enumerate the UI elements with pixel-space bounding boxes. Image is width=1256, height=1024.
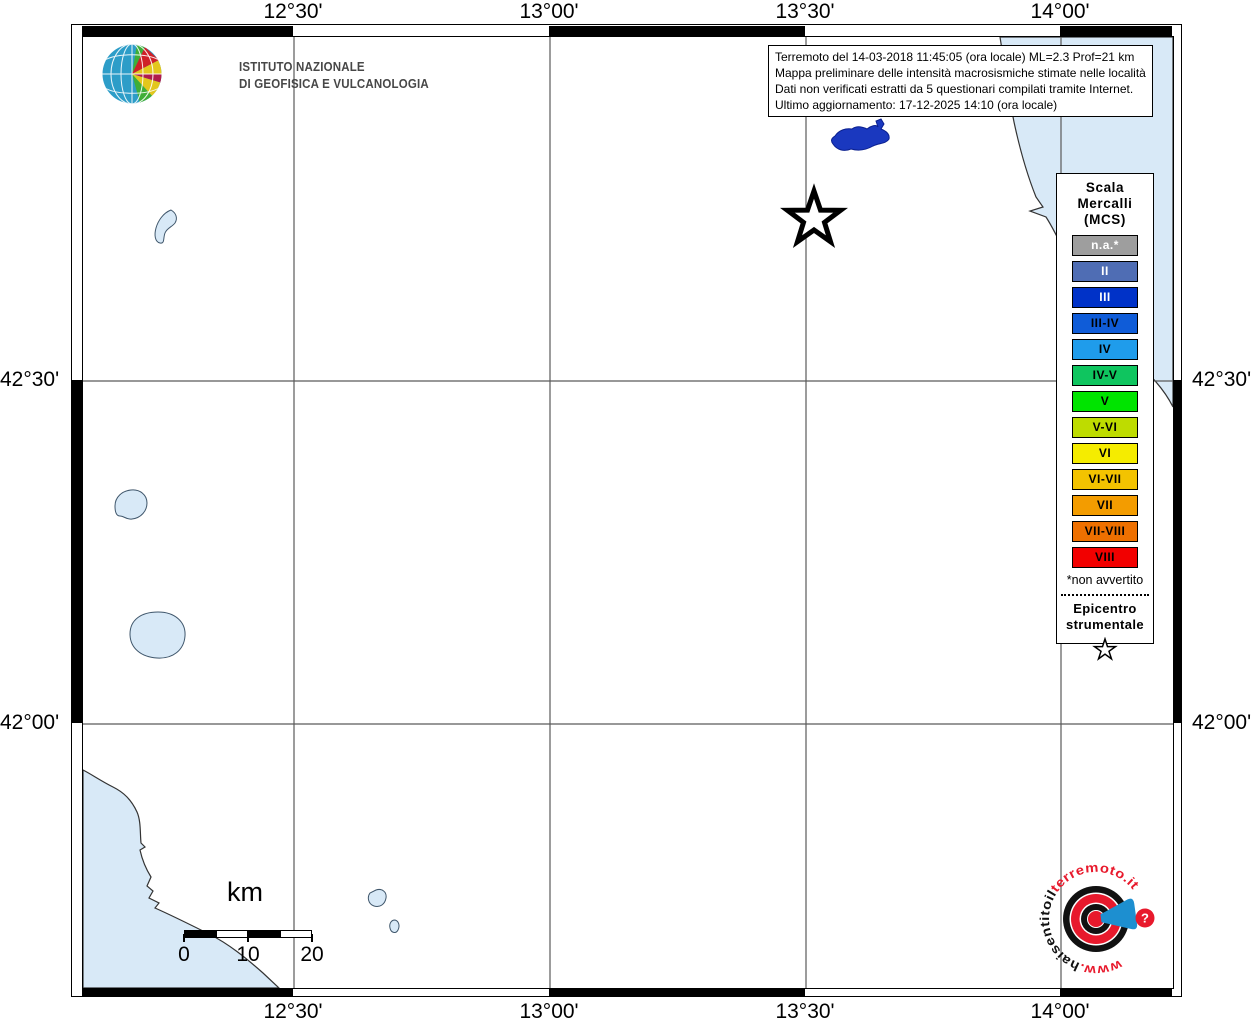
ingv-name-line2: DI GEOFISICA E VULCANOLOGIA	[239, 77, 429, 91]
epicenter-star-icon	[780, 183, 848, 249]
lake-campotosto	[831, 118, 890, 151]
legend-swatch-na: n.a.*	[1072, 235, 1138, 256]
axis-label-lon-top-2: 13°30'	[775, 0, 835, 23]
axis-label-lat-left-0: 42°30'	[0, 368, 60, 391]
lake-nemi	[389, 919, 400, 933]
axis-label-lat-right-1: 42°00'	[1192, 711, 1252, 734]
legend-swatch-iii-iv: III-IV	[1072, 313, 1138, 334]
event-info-line: Ultimo aggiornamento: 17-12-2025 14:10 (…	[775, 98, 1058, 112]
scale-bar-tick	[247, 934, 249, 942]
ingv-globe-icon	[102, 44, 162, 104]
map-canvas: ISTITUTO NAZIONALE DI GEOFISICA E VULCAN…	[82, 36, 1174, 989]
scale-bar-label-0: 0	[178, 943, 190, 966]
frame-segment	[1060, 26, 1172, 36]
question-mark: ?	[1141, 911, 1149, 926]
ingv-logo: ISTITUTO NAZIONALE DI GEOFISICA E VULCAN…	[101, 43, 431, 107]
axis-label-lon-top-0: 12°30'	[263, 0, 323, 23]
axis-label-lon-bottom-1: 13°00'	[519, 1000, 579, 1023]
scale-bar-segment	[184, 930, 216, 938]
legend-star-icon	[1057, 636, 1153, 667]
lake-bracciano	[129, 611, 186, 659]
scale-bar-segment	[248, 930, 280, 938]
legend-separator	[1060, 594, 1150, 596]
event-info-line: Mappa preliminare delle intensità macros…	[775, 66, 1146, 80]
scale-bar-tick	[183, 934, 185, 942]
watermark-url-www: www.	[1077, 957, 1125, 979]
legend-epicenter-label: Epicentro strumentale	[1065, 601, 1145, 632]
scale-bar-tick	[311, 934, 313, 942]
scale-bar-unit: km	[227, 877, 263, 907]
legend-swatch-v: V	[1072, 391, 1138, 412]
axis-label-lon-top-1: 13°00'	[519, 0, 579, 23]
map-layer	[83, 37, 1173, 988]
lake-small-north	[154, 209, 177, 244]
legend-swatch-iii: III	[1072, 287, 1138, 308]
legend-swatch-vi: VI	[1072, 443, 1138, 464]
legend-swatch-iv-v: IV-V	[1072, 365, 1138, 386]
mcs-legend: Scala Mercalli (MCS) n.a.* II III III-IV…	[1056, 173, 1154, 661]
axis-label-lat-right-0: 42°30'	[1192, 368, 1252, 391]
lake-albano	[367, 889, 387, 907]
ingv-name-line1: ISTITUTO NAZIONALE	[239, 60, 365, 74]
event-info-box: Terremoto del 14-03-2018 11:45:05 (ora l…	[768, 45, 1153, 117]
scale-bar-segment	[280, 930, 312, 938]
legend-swatch-vii: VII	[1072, 495, 1138, 516]
legend-swatch-v-vi: V-VI	[1072, 417, 1138, 438]
legend-swatch-vi-vii: VI-VII	[1072, 469, 1138, 490]
legend-swatch-iv: IV	[1072, 339, 1138, 360]
axis-label-lon-bottom-2: 13°30'	[775, 1000, 835, 1023]
legend-swatch-viii: VIII	[1072, 547, 1138, 568]
haisentitoilterremoto-logo-icon: ? www.haisentitoilterremoto.it	[1037, 860, 1155, 979]
axis-label-lat-left-1: 42°00'	[0, 711, 60, 734]
axis-label-lon-top-3: 14°00'	[1030, 0, 1090, 23]
legend-swatch-vii-viii: VII-VIII	[1072, 521, 1138, 542]
frame-segment	[549, 26, 805, 36]
legend-swatch-ii: II	[1072, 261, 1138, 282]
event-info-line: Terremoto del 14-03-2018 11:45:05 (ora l…	[775, 50, 1135, 64]
frame-segment	[72, 380, 82, 723]
scale-bar-segment	[216, 930, 248, 938]
axis-label-lon-bottom-3: 14°00'	[1030, 1000, 1090, 1023]
axis-label-lon-bottom-0: 12°30'	[263, 1000, 323, 1023]
legend-footnote: *non avvertito	[1066, 573, 1144, 587]
scale-bar-label-20: 20	[300, 943, 324, 966]
frame-segment	[82, 26, 293, 36]
event-info-line: Dati non verificati estratti da 5 questi…	[775, 82, 1134, 96]
ingv-shakemap-page: { "axes": { "top": ["12°30'", "13°00'", …	[0, 0, 1256, 1024]
legend-swatches: n.a.* II III III-IV IV IV-V V V-VI VI VI…	[1057, 235, 1153, 568]
legend-title: Scala Mercalli (MCS)	[1077, 180, 1133, 227]
lake-vico	[114, 489, 148, 520]
haisentitoilterremoto-watermark: ? www.haisentitoilterremoto.it	[1026, 849, 1166, 988]
scale-bar-label-10: 10	[236, 943, 260, 966]
